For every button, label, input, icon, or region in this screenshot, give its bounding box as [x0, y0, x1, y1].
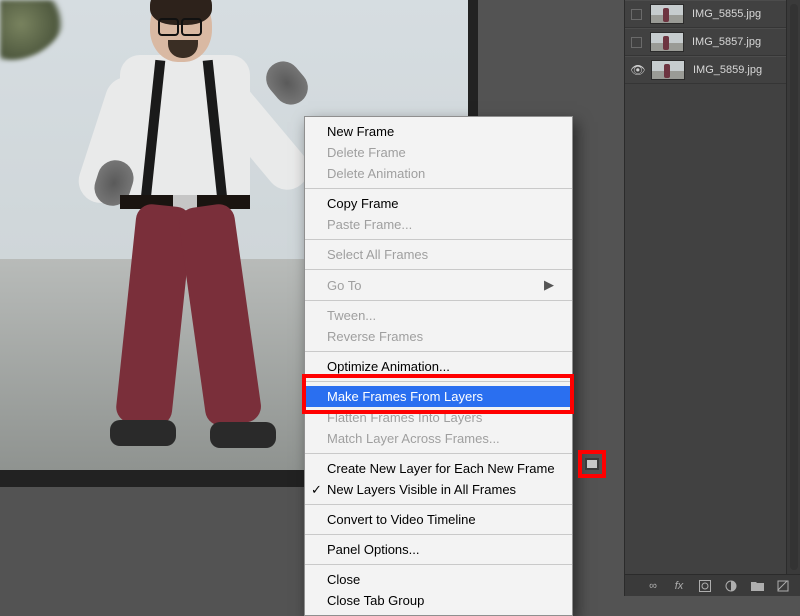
- layer-row[interactable]: 👁 IMG_5859.jpg: [625, 56, 800, 84]
- menu-item-label: Optimize Animation...: [327, 359, 450, 374]
- layer-row[interactable]: IMG_5857.jpg: [625, 28, 800, 56]
- menu-copy-frame[interactable]: Copy Frame: [305, 193, 572, 214]
- link-layers-icon[interactable]: ∞: [646, 579, 660, 593]
- menu-separator: [305, 300, 572, 301]
- menu-item-label: Delete Animation: [327, 166, 425, 181]
- menu-item-label: Copy Frame: [327, 196, 399, 211]
- menu-new-layers-visible-all-frames[interactable]: New Layers Visible in All Frames: [305, 479, 572, 500]
- layer-name[interactable]: IMG_5855.jpg: [692, 8, 761, 20]
- layer-row[interactable]: IMG_5855.jpg: [625, 0, 800, 28]
- menu-item-label: Flatten Frames Into Layers: [327, 410, 482, 425]
- menu-item-label: New Frame: [327, 124, 394, 139]
- menu-item-label: Go To: [327, 278, 361, 293]
- menu-tween: Tween...: [305, 305, 572, 326]
- layers-panel-footer: ∞ fx: [625, 574, 800, 596]
- menu-item-label: Delete Frame: [327, 145, 406, 160]
- menu-close[interactable]: Close: [305, 569, 572, 590]
- menu-item-label: Panel Options...: [327, 542, 420, 557]
- menu-close-tab-group[interactable]: Close Tab Group: [305, 590, 572, 611]
- layer-thumbnail[interactable]: [651, 60, 685, 80]
- menu-item-label: Reverse Frames: [327, 329, 423, 344]
- layer-name[interactable]: IMG_5857.jpg: [692, 36, 761, 48]
- menu-item-label: Make Frames From Layers: [327, 389, 483, 404]
- layers-panel: IMG_5855.jpg IMG_5857.jpg 👁 IMG_5859.jpg…: [624, 0, 800, 596]
- submenu-arrow-icon: ▶: [544, 277, 554, 293]
- adjustment-layer-icon[interactable]: [724, 579, 738, 593]
- menu-match-layer-across-frames: Match Layer Across Frames...: [305, 428, 572, 449]
- layer-thumbnail[interactable]: [650, 4, 684, 24]
- menu-make-frames-from-layers[interactable]: Make Frames From Layers: [305, 386, 572, 407]
- menu-delete-frame: Delete Frame: [305, 142, 572, 163]
- scrollbar-track: [790, 4, 798, 570]
- fx-icon[interactable]: fx: [672, 579, 686, 593]
- menu-separator: [305, 239, 572, 240]
- menu-separator: [305, 453, 572, 454]
- menu-flatten-frames-into-layers: Flatten Frames Into Layers: [305, 407, 572, 428]
- menu-separator: [305, 269, 572, 270]
- menu-item-label: Paste Frame...: [327, 217, 412, 232]
- menu-separator: [305, 564, 572, 565]
- menu-convert-to-video-timeline[interactable]: Convert to Video Timeline: [305, 509, 572, 530]
- menu-item-label: Match Layer Across Frames...: [327, 431, 500, 446]
- menu-item-label: Create New Layer for Each New Frame: [327, 461, 555, 476]
- menu-separator: [305, 381, 572, 382]
- menu-go-to: Go To ▶: [305, 274, 572, 296]
- menu-reverse-frames: Reverse Frames: [305, 326, 572, 347]
- menu-separator: [305, 351, 572, 352]
- timeline-panel-menu-button[interactable]: [585, 458, 599, 470]
- menu-item-label: Close: [327, 572, 360, 587]
- image-person: [70, 0, 330, 470]
- folder-icon[interactable]: [750, 579, 764, 593]
- eye-icon: 👁: [630, 63, 645, 77]
- menu-separator: [305, 534, 572, 535]
- menu-paste-frame: Paste Frame...: [305, 214, 572, 235]
- timeline-panel-menu: New Frame Delete Frame Delete Animation …: [304, 116, 573, 616]
- menu-item-label: New Layers Visible in All Frames: [327, 482, 516, 497]
- menu-item-label: Tween...: [327, 308, 376, 323]
- menu-create-new-layer-each-frame[interactable]: Create New Layer for Each New Frame: [305, 458, 572, 479]
- layer-mask-icon[interactable]: [698, 579, 712, 593]
- menu-item-label: Close Tab Group: [327, 593, 424, 608]
- menu-separator: [305, 504, 572, 505]
- visibility-toggle[interactable]: [631, 9, 642, 20]
- layers-scrollbar[interactable]: [786, 0, 800, 574]
- menu-item-label: Convert to Video Timeline: [327, 512, 476, 527]
- layer-thumbnail[interactable]: [650, 32, 684, 52]
- visibility-toggle[interactable]: 👁: [631, 63, 645, 77]
- new-layer-icon[interactable]: [776, 579, 790, 593]
- menu-select-all-frames: Select All Frames: [305, 244, 572, 265]
- menu-separator: [305, 188, 572, 189]
- menu-item-label: Select All Frames: [327, 247, 428, 262]
- menu-panel-options[interactable]: Panel Options...: [305, 539, 572, 560]
- layer-name[interactable]: IMG_5859.jpg: [693, 64, 762, 76]
- menu-optimize-animation[interactable]: Optimize Animation...: [305, 356, 572, 377]
- visibility-toggle[interactable]: [631, 37, 642, 48]
- menu-new-frame[interactable]: New Frame: [305, 121, 572, 142]
- hamburger-icon: [587, 466, 597, 468]
- menu-delete-animation: Delete Animation: [305, 163, 572, 184]
